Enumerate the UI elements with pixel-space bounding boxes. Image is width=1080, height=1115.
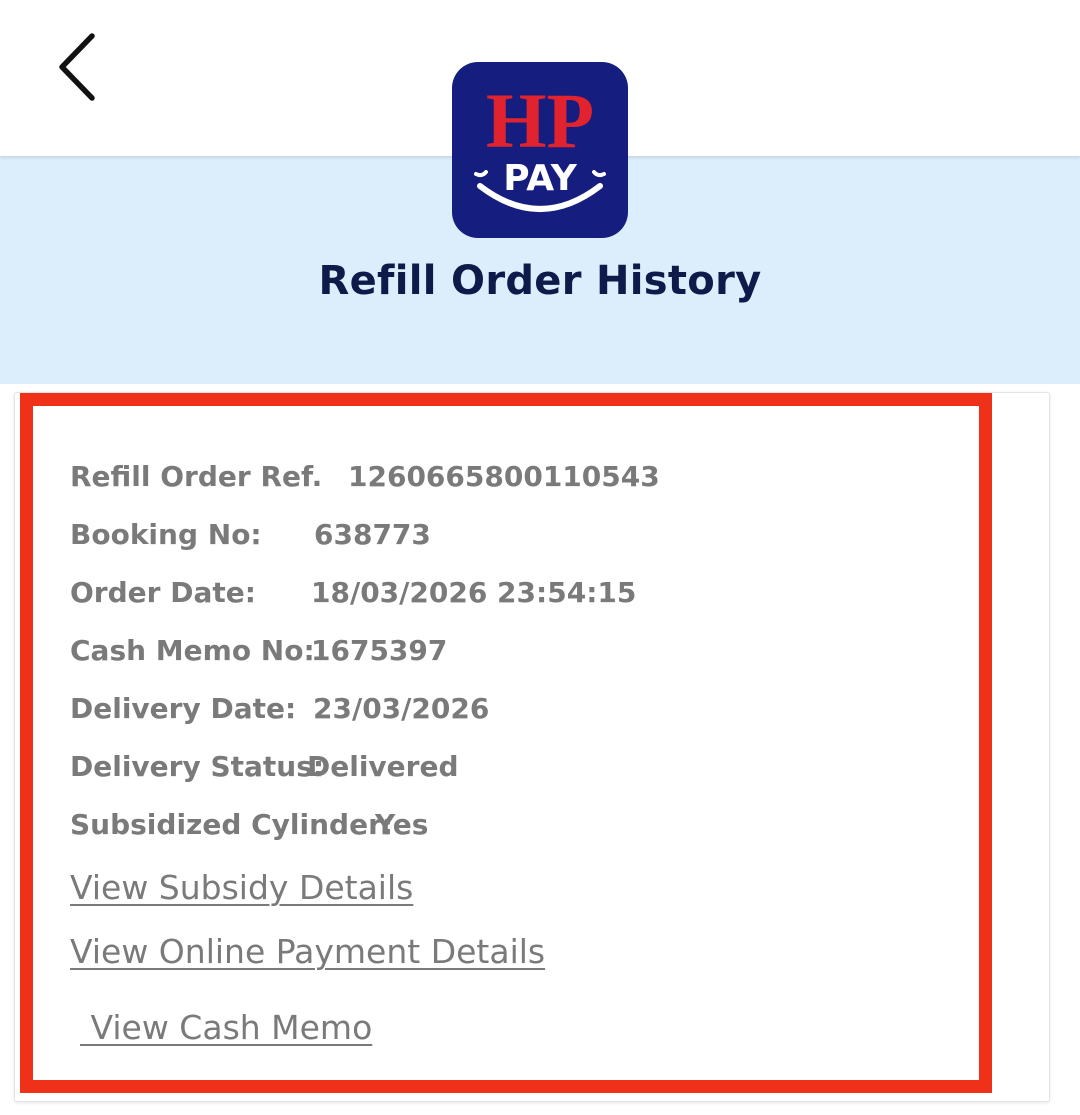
view-cash-memo-label: View Cash Memo: [90, 1008, 373, 1047]
page-title: Refill Order History: [318, 258, 762, 304]
refill-order-ref-value: 1260665800110543: [348, 460, 660, 493]
field-label: Booking No:: [70, 518, 262, 551]
delivery-date-row: Delivery Date: 23/03/2026: [70, 687, 489, 731]
field-label: Order Date:: [70, 576, 256, 609]
order-date-value: 18/03/2026 23:54:15: [311, 576, 637, 609]
back-button[interactable]: [40, 22, 120, 112]
field-label: Cash Memo No:: [70, 634, 315, 667]
subsidized-cylinder-row: Subsidized Cylinder: Yes: [70, 803, 428, 847]
field-label: Refill Order Ref.: [70, 460, 323, 493]
refill-order-ref-row: Refill Order Ref. 1260665800110543: [70, 455, 660, 499]
booking-no-value: 638773: [314, 518, 431, 551]
subsidized-cylinder-value: Yes: [375, 808, 429, 841]
delivery-status-value: Delivered: [307, 750, 459, 783]
view-online-payment-details-link[interactable]: View Online Payment Details: [70, 929, 545, 975]
cash-memo-no-row: Cash Memo No: 1675397: [70, 629, 447, 673]
view-cash-memo-link[interactable]: View Cash Memo: [80, 1005, 373, 1051]
cash-memo-no-value: 1675397: [311, 634, 448, 667]
delivery-date-value: 23/03/2026: [313, 692, 490, 725]
chevron-left-icon: [59, 33, 95, 101]
svg-text:HP: HP: [486, 77, 594, 164]
svg-text:PAY: PAY: [503, 158, 577, 199]
field-label: Delivery Status:: [70, 750, 325, 783]
delivery-status-row: Delivery Status: Delivered: [70, 745, 459, 789]
order-date-row: Order Date: 18/03/2026 23:54:15: [70, 571, 636, 615]
field-label: Subsidized Cylinder:: [70, 808, 394, 841]
booking-no-row: Booking No: 638773: [70, 513, 431, 557]
view-subsidy-details-link[interactable]: View Subsidy Details: [70, 865, 413, 911]
hp-pay-logo: HP PAY: [452, 62, 628, 238]
field-label: Delivery Date:: [70, 692, 297, 725]
